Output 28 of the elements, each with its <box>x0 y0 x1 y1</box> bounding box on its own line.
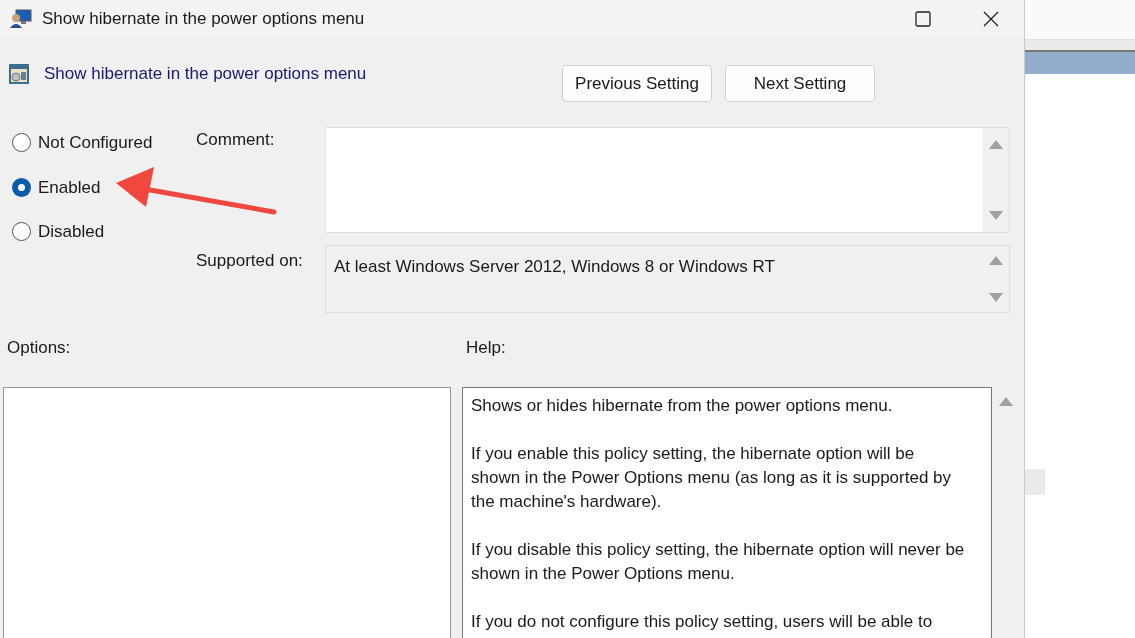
radio-button[interactable] <box>12 222 31 242</box>
help-paragraph: Shows or hides hibernate from the power options menu. <box>471 395 894 417</box>
policy-settings-icon <box>8 62 30 85</box>
supported-on-value: At least Windows Server 2012, Windows 8 or Windows RT <box>333 256 776 278</box>
computer-user-icon <box>10 8 32 29</box>
setting-nav-button[interactable]: Previous Setting <box>562 65 712 102</box>
help-label: Help: <box>466 337 506 359</box>
window-title: Show hibernate in the power options menu <box>42 7 365 30</box>
help-paragraph: If you enable this policy setting, the hibernate option will be shown in the Power Options menu (as long as it is supported by the machine's hardware). <box>471 443 953 513</box>
radio-button[interactable] <box>12 133 31 153</box>
help-paragraph: If you do not configure this policy setting, users will be able to <box>471 611 934 633</box>
supported-on-label: Supported on: <box>195 250 304 272</box>
options-label: Options: <box>6 337 72 359</box>
radio-label[interactable]: Enabled <box>38 174 101 200</box>
scroll-down-icon[interactable] <box>989 293 1003 302</box>
radio-label[interactable]: Disabled <box>38 219 105 245</box>
comment-label: Comment: <box>195 129 276 151</box>
radio-label[interactable]: Not Configured <box>38 130 153 156</box>
help-paragraph: If you disable this policy setting, the hibernate option will never be shown in the Power Options menu. <box>471 539 966 585</box>
scroll-up-icon[interactable] <box>989 256 1003 265</box>
scroll-up-icon[interactable] <box>989 140 1003 149</box>
radio-button[interactable] <box>12 177 31 197</box>
maximize-icon[interactable] <box>915 10 931 27</box>
setting-title: Show hibernate in the power options menu <box>44 63 367 85</box>
scroll-down-icon[interactable] <box>989 211 1003 220</box>
setting-nav-button[interactable]: Next Setting <box>725 65 875 102</box>
close-icon[interactable] <box>983 10 999 27</box>
scroll-up-icon[interactable] <box>999 397 1013 406</box>
